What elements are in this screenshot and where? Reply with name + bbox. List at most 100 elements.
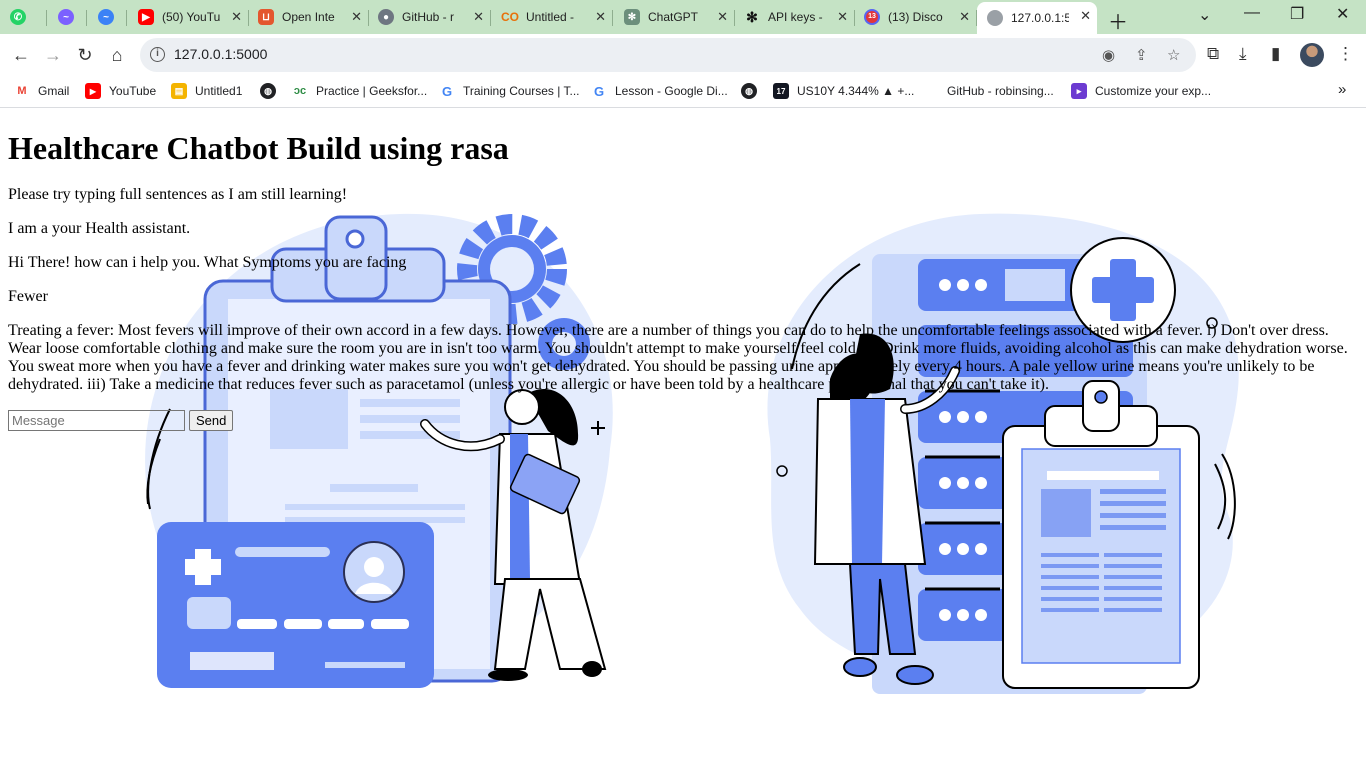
bookmark-training-courses[interactable]: G Training Courses | T... (439, 83, 580, 99)
tab-colab[interactable]: CO Untitled - ✕ (492, 3, 613, 31)
tab-title: 127.0.0.1:5 (1011, 11, 1069, 25)
chatbot-page: Healthcare Chatbot Build using rasa Plea… (0, 109, 1366, 768)
bookmark-us10y[interactable]: 17 US10Y 4.344% ▲ +... (773, 83, 914, 99)
browser-toolbar: ← → ↻ ⌂ i 127.0.0.1:5000 ◉ ⇪ ☆ ⧉ ⤓ ▮ ⋮ (0, 34, 1366, 76)
tab-strip: ✆ ~ ~ ▶ (50) YouTu ✕ ⊔ Open Inte ✕ ● Git… (0, 0, 1366, 34)
chatgpt-icon: ✻ (624, 9, 640, 25)
download-icon[interactable]: ⤓ (1239, 44, 1247, 64)
chat-form: Send (8, 410, 1358, 431)
bookmark-untitled1[interactable]: ▤ Untitled1 (171, 83, 242, 99)
openai-icon: ✻ (746, 8, 758, 25)
tab-overleaf[interactable]: ⊔ Open Inte ✕ (250, 3, 369, 31)
tab-title: (13) Disco (888, 10, 943, 24)
site-info-icon[interactable]: i (150, 47, 165, 62)
close-icon[interactable]: ✕ (595, 9, 606, 25)
bookmark-label: GitHub - robinsing... (947, 84, 1054, 98)
customize-icon: ▸ (1071, 83, 1087, 99)
tab-discord[interactable]: 13 (13) Disco ✕ (856, 3, 977, 31)
close-icon[interactable]: ✕ (837, 9, 848, 25)
address-url[interactable]: 127.0.0.1:5000 (174, 46, 267, 62)
profile-avatar[interactable] (1300, 43, 1324, 67)
bookmark-github[interactable]: GitHub - robinsing... (923, 83, 1054, 99)
chat-message: Hi There! how can i help you. What Sympt… (8, 254, 407, 271)
bookmark-label: Practice | Geeksfor... (316, 84, 428, 98)
bookmark-geeksforgeeks[interactable]: ↄc Practice | Geeksfor... (292, 83, 427, 99)
globe-icon (987, 10, 1003, 26)
tab-github[interactable]: ● GitHub - r ✕ (370, 3, 491, 31)
tab-chatgpt[interactable]: ✻ ChatGPT ✕ (614, 3, 735, 31)
bookmark-lesson-google[interactable]: G Lesson - Google Di... (591, 83, 728, 99)
tab-title: ChatGPT (648, 10, 699, 24)
menu-kebab-icon[interactable]: ⋮ (1337, 44, 1354, 64)
bookmark-label: Customize your exp... (1095, 84, 1212, 98)
forward-arrow-icon[interactable]: → (40, 42, 66, 68)
bookmarks-bar: M Gmail ▶ YouTube ▤ Untitled1 ◍ ↄc Pract… (0, 76, 1366, 108)
youtube-icon: ▶ (85, 83, 101, 99)
bookmark-star-icon[interactable]: ☆ (1167, 46, 1180, 64)
tab-title: (50) YouTu (162, 10, 221, 24)
globe-icon: ◍ (741, 83, 757, 99)
tab-search-chevron-icon[interactable]: ⌄ (1198, 5, 1211, 25)
tab-title: GitHub - r (402, 10, 455, 24)
close-icon[interactable]: ✕ (717, 9, 728, 25)
bookmarks-overflow-chevron-icon[interactable]: » (1338, 81, 1346, 98)
bookmark-label: Lesson - Google Di... (615, 84, 728, 98)
gmail-icon: M (17, 85, 27, 97)
google-icon: G (593, 83, 605, 99)
bookmark-gmail[interactable]: M Gmail (14, 83, 69, 99)
window-close-icon[interactable]: ✕ (1336, 4, 1349, 24)
whatsapp-icon: ✆ (10, 9, 26, 25)
youtube-icon: ▶ (138, 9, 154, 25)
tab-api-keys[interactable]: ✻ API keys - ✕ (736, 3, 855, 31)
tab-title: API keys - (768, 10, 823, 24)
discord-icon: 13 (864, 9, 880, 25)
close-icon[interactable]: ✕ (231, 9, 242, 25)
close-icon[interactable]: ✕ (473, 9, 484, 25)
close-icon[interactable]: ✕ (959, 9, 970, 25)
tab-title: Untitled - (526, 10, 575, 24)
overleaf-icon: ⊔ (258, 9, 274, 25)
reload-icon[interactable]: ↻ (72, 42, 98, 68)
chat-message: Treating a fever: Most fevers will impro… (8, 322, 1348, 393)
github-icon: ● (378, 9, 394, 25)
close-icon[interactable]: ✕ (1080, 8, 1091, 24)
chat-content: Healthcare Chatbot Build using rasa Plea… (8, 109, 1358, 431)
colab-icon: CO (501, 10, 519, 24)
message-input[interactable] (8, 410, 185, 431)
bookmark-youtube[interactable]: ▶ YouTube (85, 83, 156, 99)
send-button[interactable]: Send (189, 410, 234, 431)
share-icon[interactable]: ⇪ (1135, 46, 1148, 64)
new-tab-icon[interactable]: ＋ (1108, 6, 1128, 35)
bookmark-globe[interactable]: ◍ (260, 83, 284, 99)
close-icon[interactable]: ✕ (351, 9, 362, 25)
tab-youtube[interactable]: ▶ (50) YouTu ✕ (128, 3, 249, 31)
back-arrow-icon[interactable]: ← (8, 42, 34, 68)
bookmark-globe-2[interactable]: ◍ (741, 83, 765, 99)
tab-messenger-2[interactable]: ~ (88, 3, 127, 31)
bookmark-label: YouTube (109, 84, 157, 98)
messenger-icon: ~ (58, 9, 74, 25)
eye-icon[interactable]: ◉ (1102, 46, 1115, 64)
chat-log: Please try typing full sentences as I am… (8, 186, 1358, 394)
google-icon: G (441, 83, 453, 99)
extensions-puzzle-icon[interactable]: ⧉ (1207, 44, 1219, 64)
tab-local-server-active[interactable]: 127.0.0.1:5 ✕ (977, 2, 1097, 34)
geeksforgeeks-icon: ↄc (293, 85, 307, 97)
bookmark-customize[interactable]: ▸ Customize your exp... (1071, 83, 1211, 99)
chat-message: Fewer (8, 288, 48, 305)
chat-message: Please try typing full sentences as I am… (8, 186, 348, 203)
tab-messenger[interactable]: ~ (48, 3, 87, 31)
home-icon[interactable]: ⌂ (104, 42, 130, 68)
minimize-icon[interactable]: — (1244, 4, 1260, 22)
bookmark-label: Training Courses | T... (463, 84, 580, 98)
tradingview-icon: 17 (773, 83, 789, 99)
notebook-icon: ▤ (171, 83, 187, 99)
notification-badge: 13 (866, 11, 878, 23)
side-panel-icon[interactable]: ▮ (1271, 44, 1280, 64)
address-bar[interactable]: i 127.0.0.1:5000 ◉ ⇪ ☆ (140, 38, 1196, 72)
github-icon (923, 83, 939, 99)
restore-icon[interactable]: ❐ (1290, 4, 1304, 24)
bookmark-label: Untitled1 (195, 84, 243, 98)
tab-whatsapp[interactable]: ✆ (10, 3, 47, 31)
bookmark-label: Gmail (38, 84, 70, 98)
